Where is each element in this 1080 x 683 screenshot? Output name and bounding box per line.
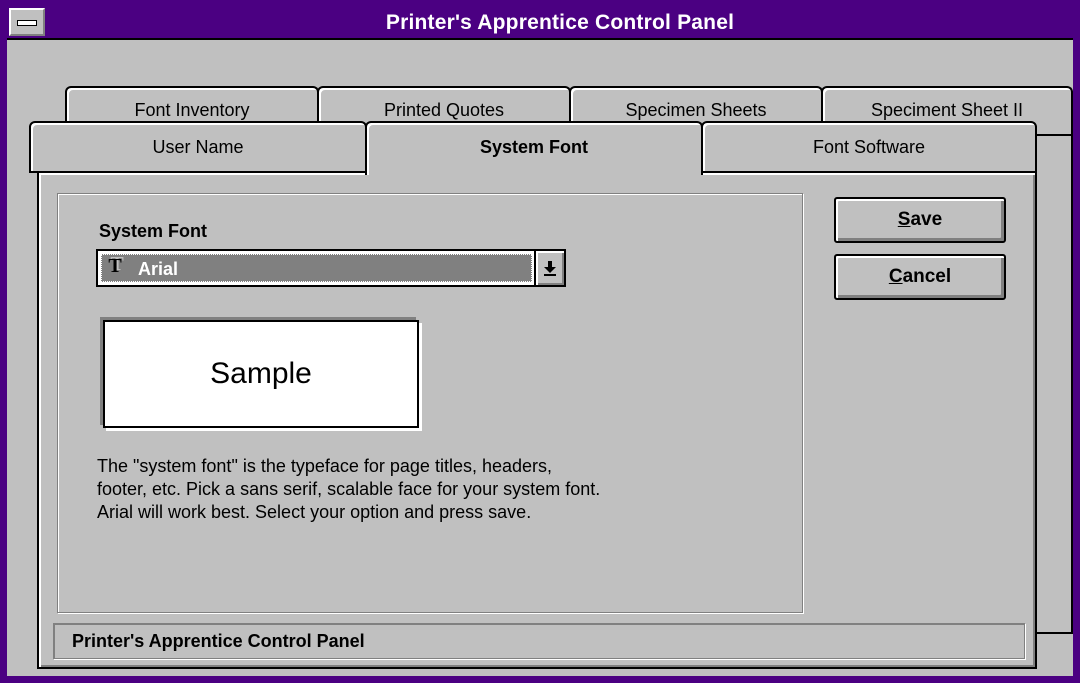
status-bar: Printer's Apprentice Control Panel (53, 623, 1025, 659)
cancel-mnemonic: C (888, 266, 903, 287)
save-label: ave (910, 209, 943, 230)
tab-user-name[interactable]: User Name (29, 121, 367, 173)
control-panel-window: Printer's Apprentice Control Panel Font … (0, 0, 1080, 683)
save-button[interactable]: Save (834, 197, 1006, 243)
description-line: Arial will work best. Select your option… (97, 502, 532, 522)
system-font-dropdown[interactable]: Arial T (96, 249, 566, 287)
title-bar: Printer's Apprentice Control Panel (7, 6, 1073, 40)
cancel-button[interactable]: Cancel (834, 254, 1006, 300)
font-sample-preview: Sample (103, 320, 419, 428)
tab-font-software[interactable]: Font Software (701, 121, 1037, 173)
truetype-icon: T (108, 255, 122, 277)
back-tab-page (1035, 134, 1073, 634)
down-arrow-icon (544, 260, 556, 276)
dropdown-arrow-button[interactable] (534, 251, 564, 285)
system-menu-button[interactable] (9, 8, 45, 36)
system-font-description: The "system font" is the typeface for pa… (97, 455, 737, 524)
description-line: The "system font" is the typeface for pa… (97, 456, 553, 476)
system-menu-icon (17, 20, 37, 26)
save-mnemonic: S (897, 209, 911, 230)
system-font-label: System Font (99, 221, 208, 241)
cancel-label: ancel (902, 266, 952, 287)
description-line: footer, etc. Pick a sans serif, scalable… (97, 479, 601, 499)
system-font-tab-page: System Font Arial T Sample The "system f… (37, 171, 1037, 669)
window-title: Printer's Apprentice Control Panel (385, 11, 735, 34)
tab-system-font[interactable]: System Font (365, 121, 703, 175)
selected-font: Arial (101, 254, 532, 282)
